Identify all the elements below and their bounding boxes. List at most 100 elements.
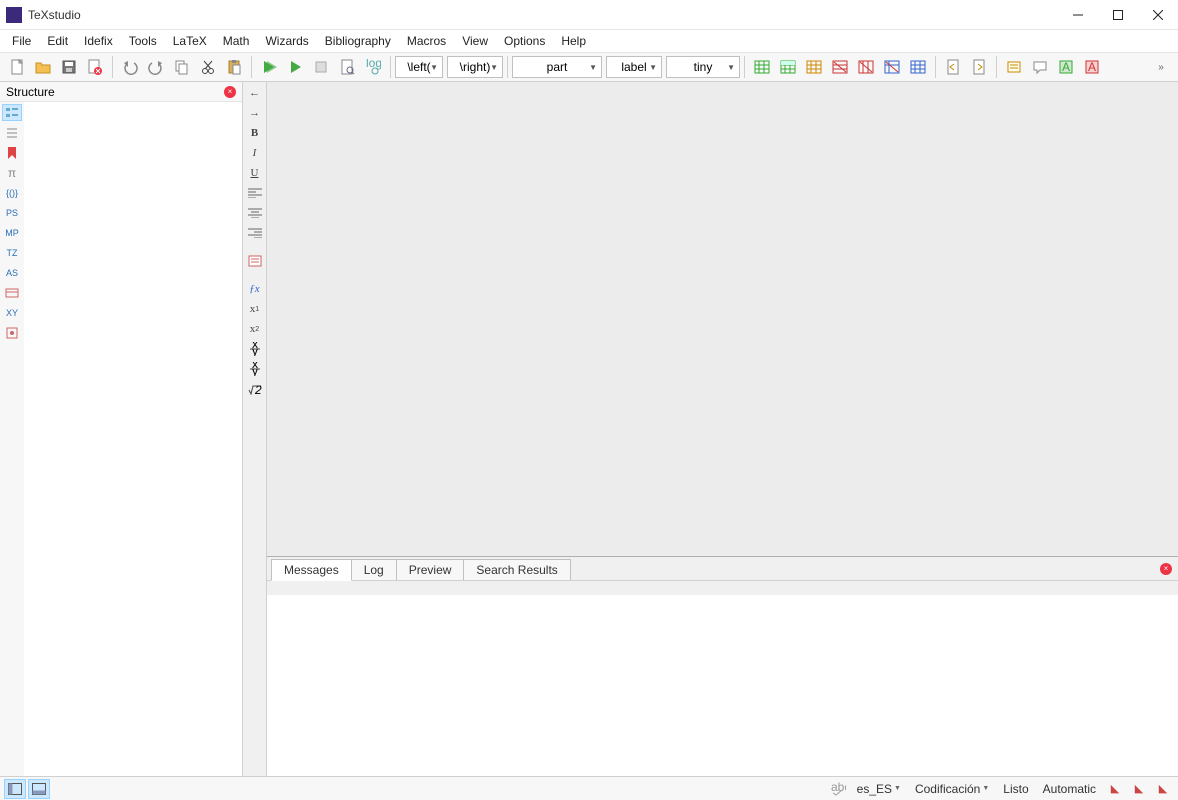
toggle-sidebar-icon[interactable] — [4, 779, 26, 799]
bold-icon[interactable]: B — [245, 124, 265, 142]
superscript-icon[interactable]: x2 — [245, 320, 265, 338]
page-next-icon[interactable] — [966, 54, 992, 80]
undo-icon[interactable] — [117, 54, 143, 80]
app-icon — [6, 7, 22, 23]
math-mode-icon[interactable]: ƒx — [245, 280, 265, 298]
toggle-bottom-panel-icon[interactable] — [28, 779, 50, 799]
highlight-red-icon[interactable]: A — [1079, 54, 1105, 80]
ref-combo[interactable]: label▼ — [606, 56, 662, 78]
table-icon-2[interactable] — [775, 54, 801, 80]
toc-tab-icon[interactable] — [2, 124, 22, 141]
sqrt-icon[interactable]: 2 — [245, 380, 265, 398]
table-del-col-icon[interactable] — [853, 54, 879, 80]
arrow-right-icon[interactable]: → — [245, 104, 265, 122]
svg-text:2: 2 — [254, 383, 262, 395]
arrow-left-icon[interactable]: ← — [245, 84, 265, 102]
spellcheck-icon[interactable]: abc — [827, 779, 849, 799]
tab-messages[interactable]: Messages — [271, 559, 352, 581]
menu-tools[interactable]: Tools — [121, 32, 165, 50]
xy-tab-icon[interactable]: XY — [2, 304, 22, 321]
status-ready: Listo — [997, 782, 1034, 796]
minimize-button[interactable] — [1058, 0, 1098, 30]
table-icon-1[interactable] — [749, 54, 775, 80]
ps-tab-icon[interactable]: PS — [2, 204, 22, 221]
view-log-icon[interactable]: log — [360, 54, 386, 80]
view-pdf-icon[interactable] — [334, 54, 360, 80]
redo-icon[interactable] — [143, 54, 169, 80]
subscript-icon[interactable]: x1 — [245, 300, 265, 318]
align-left-icon[interactable] — [245, 184, 265, 202]
table-del-row-icon[interactable] — [827, 54, 853, 80]
symbols-tab-icon[interactable]: π — [2, 164, 22, 181]
bookmark-tab-icon[interactable] — [2, 144, 22, 161]
tab-preview[interactable]: Preview — [396, 559, 465, 580]
close-file-icon[interactable] — [82, 54, 108, 80]
italic-icon[interactable]: I — [245, 144, 265, 162]
table-icon-7[interactable] — [905, 54, 931, 80]
menu-help[interactable]: Help — [553, 32, 594, 50]
be-tab-icon[interactable] — [2, 284, 22, 301]
structure-title: Structure — [6, 85, 55, 99]
compile-icon[interactable] — [282, 54, 308, 80]
table-icon-6[interactable] — [879, 54, 905, 80]
new-file-icon[interactable] — [4, 54, 30, 80]
brackets-tab-icon[interactable]: {()} — [2, 184, 22, 201]
menu-file[interactable]: File — [4, 32, 39, 50]
menu-latex[interactable]: LaTeX — [165, 32, 215, 50]
sidebar: Structure × π {()} PS MP TZ AS XY — [0, 82, 243, 776]
bookmark-2-icon[interactable]: ◣ — [1128, 779, 1150, 799]
menu-options[interactable]: Options — [496, 32, 553, 50]
menu-edit[interactable]: Edit — [39, 32, 76, 50]
bookmark-3-icon[interactable]: ◣ — [1152, 779, 1174, 799]
frac-icon-2[interactable]: xy — [245, 360, 265, 378]
left-delimiter-combo[interactable]: \left(▼ — [395, 56, 443, 78]
section-combo[interactable]: part▼ — [512, 56, 602, 78]
copy-icon[interactable] — [169, 54, 195, 80]
page-prev-icon[interactable] — [940, 54, 966, 80]
size-combo[interactable]: tiny▼ — [666, 56, 740, 78]
status-mode[interactable]: Automatic — [1037, 782, 1102, 796]
window-title: TeXstudio — [28, 8, 81, 22]
titlebar: TeXstudio — [0, 0, 1178, 30]
close-button[interactable] — [1138, 0, 1178, 30]
save-icon[interactable] — [56, 54, 82, 80]
mp-tab-icon[interactable]: MP — [2, 224, 22, 241]
frac-icon-1[interactable]: xy — [245, 340, 265, 358]
tab-search-results[interactable]: Search Results — [463, 559, 570, 580]
new-line-icon[interactable] — [245, 252, 265, 270]
paste-icon[interactable] — [221, 54, 247, 80]
cut-icon[interactable] — [195, 54, 221, 80]
open-file-icon[interactable] — [30, 54, 56, 80]
comment-icon[interactable] — [1027, 54, 1053, 80]
underline-icon[interactable]: U — [245, 164, 265, 182]
structure-tab-icon[interactable] — [2, 104, 22, 121]
insert-env-icon[interactable] — [1001, 54, 1027, 80]
encoding-selector[interactable]: Codificación▼ — [909, 782, 995, 796]
toolbar-overflow-icon[interactable]: » — [1148, 54, 1174, 80]
menu-bibliography[interactable]: Bibliography — [317, 32, 399, 50]
svg-text:A: A — [1062, 60, 1070, 74]
stop-icon[interactable] — [308, 54, 334, 80]
bookmark-1-icon[interactable]: ◣ — [1104, 779, 1126, 799]
as-tab-icon[interactable]: AS — [2, 264, 22, 281]
menu-idefix[interactable]: Idefix — [76, 32, 121, 50]
right-delimiter-combo[interactable]: \right)▼ — [447, 56, 503, 78]
table-icon-3[interactable] — [801, 54, 827, 80]
highlight-green-icon[interactable]: A — [1053, 54, 1079, 80]
language-selector[interactable]: es_ES▼ — [851, 782, 907, 796]
build-view-icon[interactable] — [256, 54, 282, 80]
close-bottom-panel-icon[interactable]: × — [1160, 563, 1172, 575]
align-center-icon[interactable] — [245, 204, 265, 222]
menu-math[interactable]: Math — [215, 32, 258, 50]
menu-view[interactable]: View — [454, 32, 496, 50]
fav-tab-icon[interactable] — [2, 324, 22, 341]
menu-wizards[interactable]: Wizards — [257, 32, 316, 50]
bottom-tabs: Messages Log Preview Search Results × — [267, 557, 1178, 581]
menu-macros[interactable]: Macros — [399, 32, 454, 50]
tz-tab-icon[interactable]: TZ — [2, 244, 22, 261]
align-right-icon[interactable] — [245, 224, 265, 242]
maximize-button[interactable] — [1098, 0, 1138, 30]
tab-log[interactable]: Log — [351, 559, 397, 580]
editor-area[interactable] — [267, 82, 1178, 556]
close-structure-icon[interactable]: × — [224, 86, 236, 98]
